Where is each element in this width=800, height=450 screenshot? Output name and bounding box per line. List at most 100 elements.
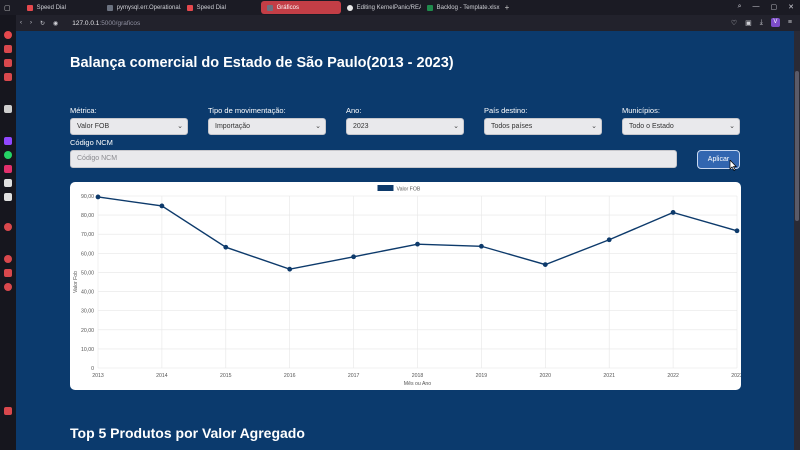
speed-dial-icon [26, 4, 33, 11]
data-point [479, 243, 484, 249]
settings-icon[interactable] [4, 283, 12, 291]
x-tick-label: 2021 [603, 373, 615, 379]
y-tick-label: 90,00 [81, 194, 94, 200]
x-tick-label: 2013 [92, 373, 104, 379]
wallet-icon[interactable] [4, 73, 12, 81]
url-host: 127.0.0.1 [72, 19, 100, 27]
legend-label: Valor FOB [397, 186, 421, 192]
y-tick-label: 20,00 [81, 328, 94, 334]
scrollbar[interactable] [794, 31, 800, 450]
minimize-icon[interactable]: — [753, 3, 760, 11]
country-select[interactable]: Todos países ⌄ [484, 118, 602, 135]
x-tick-label: 2014 [156, 373, 168, 379]
y-tick-label: 60,00 [81, 251, 94, 257]
browser-tab[interactable]: pymysql.err.Operational... [101, 1, 181, 14]
history-icon[interactable] [4, 255, 12, 263]
snapshot-icon[interactable]: ▣ [745, 19, 752, 27]
github-icon [346, 4, 353, 11]
city-value: Todo o Estado [629, 123, 674, 130]
address-bar: ‹ › ↻ ◉ 127.0.0.1:5000/graficos ♡ ▣ ⤓ V … [0, 15, 800, 31]
site-info-icon[interactable]: ◉ [53, 20, 58, 27]
opera-logo-icon[interactable] [4, 31, 12, 39]
tv-icon[interactable] [4, 59, 12, 67]
url-path: :5000/graficos [99, 19, 141, 27]
browser-tab-bar: ▢ Speed Dial pymysql.err.Operational... Spe… [0, 0, 800, 15]
data-point [670, 210, 676, 215]
tab-label: Speed Dial [196, 4, 226, 11]
browser-tab[interactable]: Speed Dial [181, 1, 261, 14]
chevron-down-icon: ⌄ [315, 123, 321, 130]
browser-tab[interactable]: Speed Dial [21, 1, 101, 14]
tab-manager-icon[interactable]: ▢ [4, 4, 11, 12]
sidebar-more-icon[interactable] [4, 407, 12, 415]
year-label: Ano: [346, 106, 362, 115]
maximize-icon[interactable]: ▢ [771, 3, 778, 11]
browser-tab[interactable]: Editing KernelPanic/REA... [341, 1, 421, 14]
metric-select[interactable]: Valor FOB ⌄ [70, 118, 188, 135]
country-label: País destino: [484, 106, 528, 115]
new-tab-icon[interactable]: + [505, 3, 510, 12]
data-point [415, 241, 420, 247]
speed-dial-icon [186, 4, 193, 11]
aria-icon[interactable] [4, 105, 12, 113]
tab-label: pymysql.err.Operational... [116, 4, 181, 11]
scrollbar-thumb[interactable] [795, 71, 799, 221]
year-select[interactable]: 2023 ⌄ [346, 118, 464, 135]
reload-icon[interactable]: ↻ [40, 20, 45, 27]
browser-tab[interactable]: Gráficos [260, 1, 341, 14]
tab-label: Backlog - Template.xlsx [436, 4, 500, 11]
movement-select[interactable]: Importação ⌄ [208, 118, 326, 135]
data-point [734, 228, 740, 234]
window-controls: ⌕ — ▢ ✕ [738, 3, 794, 11]
whatsapp-icon[interactable] [4, 151, 12, 159]
metric-label: Métrica: [70, 106, 97, 115]
x-tick-label: 2019 [476, 373, 488, 379]
ncm-label: Código NCM [70, 138, 113, 147]
data-point [542, 262, 548, 268]
avatar[interactable]: V [770, 18, 780, 27]
x-axis-label: Mês ou Ano [404, 381, 432, 387]
y-tick-label: 80,00 [81, 213, 94, 219]
back-icon[interactable]: ‹ [20, 20, 22, 26]
instagram-icon[interactable] [4, 165, 12, 173]
x-tick-label: 2020 [540, 373, 552, 379]
x-icon[interactable] [4, 193, 12, 201]
ncm-input[interactable]: Código NCM [70, 150, 677, 168]
chevron-down-icon: ⌄ [591, 123, 597, 130]
x-tick-label: 2022 [667, 373, 679, 379]
chevron-down-icon: ⌄ [453, 123, 459, 130]
browser-tab[interactable]: Backlog - Template.xlsx [421, 1, 501, 14]
download-icon[interactable]: ⤓ [760, 19, 763, 27]
close-icon[interactable]: ✕ [788, 3, 794, 11]
year-value: 2023 [353, 123, 369, 130]
data-point [159, 203, 165, 209]
tiktok-icon[interactable] [4, 179, 12, 187]
page-icon [266, 4, 273, 11]
page-content: Balança comercial do Estado de São Paulo… [16, 31, 794, 450]
search-icon[interactable]: ⌕ [738, 3, 742, 11]
data-point [606, 237, 612, 243]
forward-icon[interactable]: › [30, 20, 32, 26]
x-tick-label: 2015 [220, 373, 232, 379]
url-field[interactable]: 127.0.0.1:5000/graficos [72, 20, 140, 27]
chevron-down-icon: ⌄ [729, 123, 735, 130]
chevron-down-icon: ⌄ [177, 123, 183, 130]
city-select[interactable]: Todo o Estado ⌄ [622, 118, 740, 135]
extensions-icon[interactable] [4, 269, 12, 277]
y-tick-label: 70,00 [81, 232, 94, 238]
mouse-cursor-icon [729, 160, 737, 171]
legend-swatch [377, 185, 394, 191]
menu-icon[interactable]: ≡ [788, 19, 792, 26]
movement-label: Tipo de movimentação: [208, 106, 286, 115]
y-tick-label: 40,00 [81, 290, 94, 296]
excel-icon [426, 4, 433, 11]
browser-sidebar [0, 15, 16, 450]
x-tick-label: 2023 [731, 373, 741, 379]
data-point [95, 194, 101, 200]
home-icon[interactable] [4, 45, 12, 53]
player-icon[interactable] [4, 223, 12, 231]
page-icon [106, 4, 113, 11]
y-tick-label: 10,00 [81, 347, 94, 353]
twitch-icon[interactable] [4, 137, 12, 145]
bookmark-icon[interactable]: ♡ [731, 19, 737, 27]
